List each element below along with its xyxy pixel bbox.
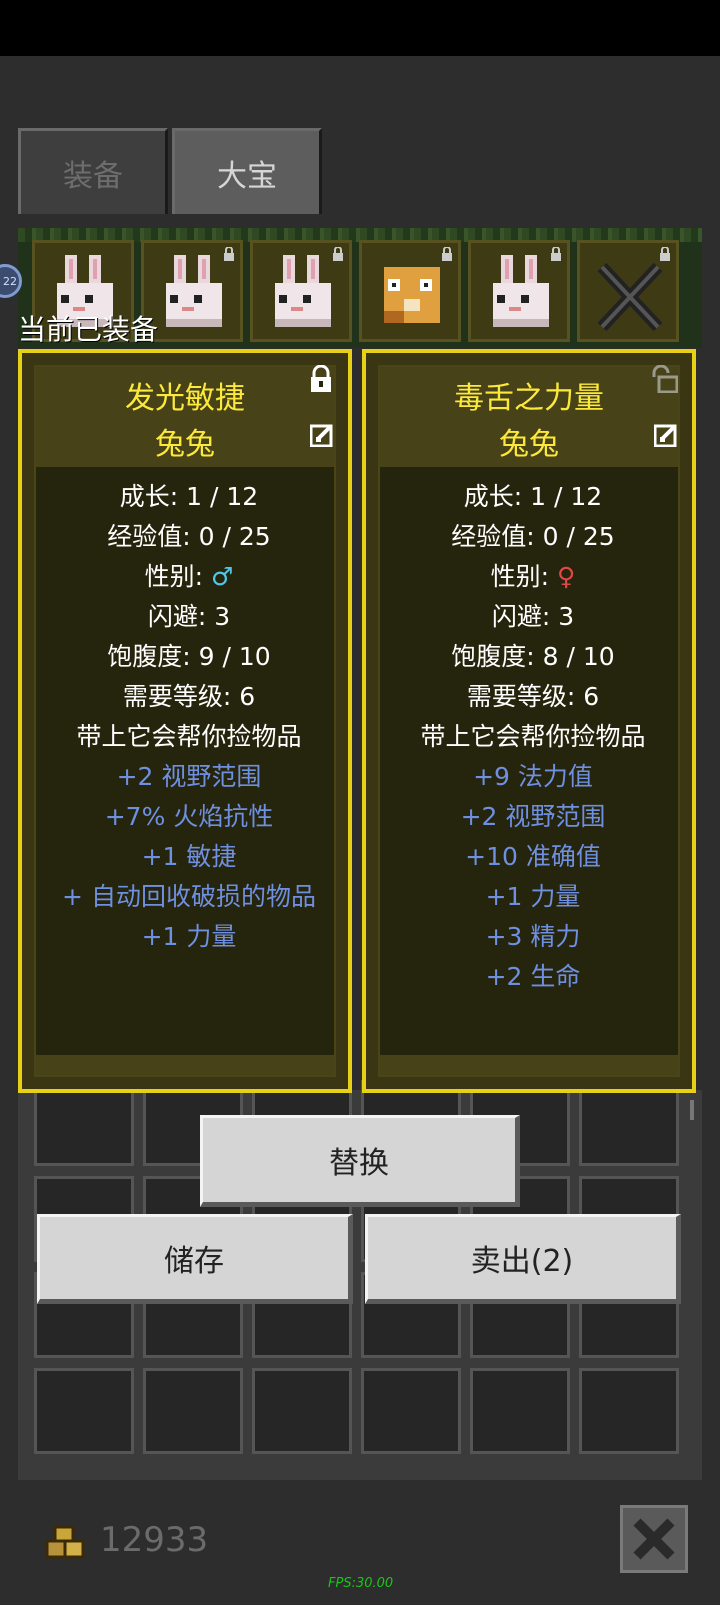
- panel-footer: [36, 1055, 334, 1075]
- lock-icon: [224, 247, 234, 261]
- stat-gender: 性别: ♂: [22, 557, 356, 593]
- tab-pet-dabao[interactable]: 大宝: [172, 128, 322, 214]
- stat-evasion: 闪避: 3: [147, 602, 231, 631]
- stat-gender-label: 性别:: [490, 562, 558, 591]
- inventory-slot[interactable]: [34, 1368, 134, 1454]
- bonus-line: +1 力量: [485, 882, 581, 911]
- stat-description: 带上它会帮你捡物品: [420, 722, 646, 751]
- stat-gender: 性别: ♀: [366, 557, 700, 593]
- stat-exp: 经验值: 0 / 25: [107, 522, 271, 551]
- tab-equipment-label: 装备: [63, 158, 123, 194]
- edit-icon[interactable]: [310, 423, 334, 447]
- item-title: 毒舌之力量: [454, 381, 604, 416]
- bonus-line: +1 敏捷: [141, 842, 237, 871]
- edit-icon[interactable]: [654, 423, 678, 447]
- level-badge-value: 22: [3, 274, 17, 288]
- pet-slot[interactable]: [468, 240, 570, 342]
- replace-button[interactable]: 替换: [200, 1115, 520, 1207]
- lock-icon: [442, 247, 452, 261]
- bonus-line: +2 视野范围: [116, 762, 262, 791]
- fps-counter: FPS:30.00: [328, 1576, 394, 1591]
- pet-slot[interactable]: [359, 240, 461, 342]
- gold-icon: [45, 1525, 85, 1559]
- bonus-line: +3 精力: [485, 922, 581, 951]
- item-subtitle: 兔兔: [155, 427, 215, 462]
- store-button-label: 储存: [164, 1244, 224, 1279]
- scrollbar[interactable]: [690, 1100, 694, 1120]
- bonus-line: +10 准确值: [465, 842, 601, 871]
- stat-growth: 成长: 1 / 12: [119, 482, 259, 511]
- bonus-line: +2 视野范围: [460, 802, 606, 831]
- lock-icon: [551, 247, 561, 261]
- bonus-line: +7% 火焰抗性: [104, 802, 274, 831]
- store-button[interactable]: 储存: [37, 1214, 353, 1304]
- bonus-line: + 自动回收破损的物品: [62, 882, 316, 911]
- pet-slot[interactable]: [250, 240, 352, 342]
- stat-required-level: 需要等级: 6: [122, 682, 256, 711]
- sell-button[interactable]: 卖出(2): [365, 1214, 681, 1304]
- stat-growth: 成长: 1 / 12: [463, 482, 603, 511]
- stat-evasion: 闪避: 3: [491, 602, 575, 631]
- pet-slot[interactable]: [577, 240, 679, 342]
- inventory-slot[interactable]: [470, 1368, 570, 1454]
- item-panel-new: 毒舌之力量 兔兔 成长: 1 / 12 经验值: 0 / 25 性别: ♀ 闪避…: [362, 349, 696, 1093]
- equipped-label: 当前已装备: [18, 313, 159, 346]
- lock-icon[interactable]: [308, 365, 334, 393]
- lock-icon: [333, 247, 343, 261]
- rabbit-icon: [493, 255, 549, 327]
- rabbit-icon: [275, 255, 331, 327]
- inventory-slot[interactable]: [579, 1368, 679, 1454]
- empty-slot-icon: [597, 262, 663, 332]
- bonus-line: +2 生命: [485, 962, 581, 991]
- inventory-slot[interactable]: [143, 1368, 243, 1454]
- stat-required-level: 需要等级: 6: [466, 682, 600, 711]
- item-subtitle: 兔兔: [499, 427, 559, 462]
- gold-amount: 12933: [100, 1520, 209, 1560]
- cat-icon: [384, 267, 440, 323]
- item-title: 发光敏捷: [125, 381, 245, 416]
- inventory-slot[interactable]: [252, 1368, 352, 1454]
- stat-satiety: 饱腹度: 8 / 10: [451, 642, 615, 671]
- unlock-icon[interactable]: [652, 365, 678, 393]
- sell-button-label: 卖出(2): [470, 1244, 574, 1279]
- male-icon: ♂: [210, 562, 234, 591]
- close-button[interactable]: [620, 1505, 688, 1573]
- stat-exp: 经验值: 0 / 25: [451, 522, 615, 551]
- stat-satiety: 饱腹度: 9 / 10: [107, 642, 271, 671]
- stat-description: 带上它会帮你捡物品: [76, 722, 302, 751]
- bonus-line: +9 法力值: [473, 762, 593, 791]
- replace-button-label: 替换: [329, 1146, 389, 1181]
- tab-equipment[interactable]: 装备: [18, 128, 168, 214]
- item-panel-current: 发光敏捷 兔兔 成长: 1 / 12 经验值: 0 / 25 性别: ♂ 闪避:…: [18, 349, 352, 1093]
- female-icon: ♀: [557, 562, 576, 591]
- status-bar: [0, 0, 720, 56]
- close-icon: [633, 1518, 675, 1560]
- tab-pet-dabao-label: 大宝: [217, 158, 277, 194]
- bonus-line: +1 力量: [141, 922, 237, 951]
- panel-footer: [380, 1055, 678, 1075]
- inventory-slot[interactable]: [361, 1368, 461, 1454]
- stat-gender-label: 性别:: [144, 562, 211, 591]
- rabbit-icon: [166, 255, 222, 327]
- lock-icon: [660, 247, 670, 261]
